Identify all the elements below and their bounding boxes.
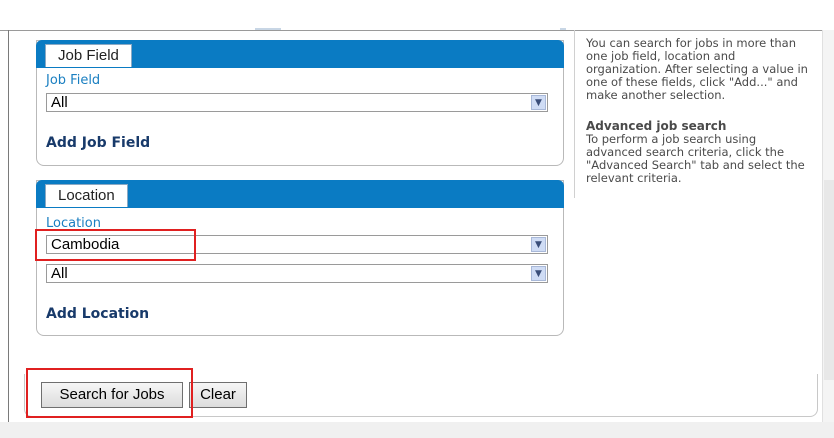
location-tab: Location [45,184,128,207]
search-for-jobs-button[interactable]: Search for Jobs [41,382,183,408]
location-select-primary-value: Cambodia [51,236,120,253]
top-toolbar-strip [0,0,834,31]
location-select-secondary[interactable]: All ▼ [46,264,548,283]
advanced-search-text: To perform a job search using advanced s… [586,132,805,185]
chevron-down-icon[interactable]: ▼ [531,95,546,110]
page-left-border [8,30,9,438]
location-select-secondary-value: All [51,265,68,282]
chevron-down-icon[interactable]: ▼ [531,266,546,281]
browser-content-area: Job Field Job Field All ▼ Add Job Field … [0,0,834,438]
scrollbar-thumb[interactable] [824,180,834,380]
job-field-tab: Job Field [45,44,132,67]
help-column: You can search for jobs in more than one… [574,30,815,198]
help-intro-text: You can search for jobs in more than one… [586,36,808,102]
action-bar: Search for Jobs Clear [24,374,818,417]
advanced-search-heading: Advanced job search [586,119,727,133]
job-field-panel: Job Field Job Field All ▼ Add Job Field [36,40,564,166]
job-field-panel-header: Job Field [36,40,564,68]
job-field-label: Job Field [46,73,101,88]
vertical-scrollbar[interactable] [822,30,834,422]
job-field-select-value: All [51,94,68,111]
location-panel-header: Location [36,180,564,208]
add-location-link[interactable]: Add Location [46,306,149,322]
page-bottom-strip [0,422,834,438]
job-field-select[interactable]: All ▼ [46,93,548,112]
clear-button[interactable]: Clear [189,382,247,408]
location-panel: Location Location Cambodia ▼ All ▼ Add L… [36,180,564,336]
location-label: Location [46,216,101,231]
location-select-primary[interactable]: Cambodia ▼ [46,235,548,254]
add-job-field-link[interactable]: Add Job Field [46,135,150,151]
chevron-down-icon[interactable]: ▼ [531,237,546,252]
